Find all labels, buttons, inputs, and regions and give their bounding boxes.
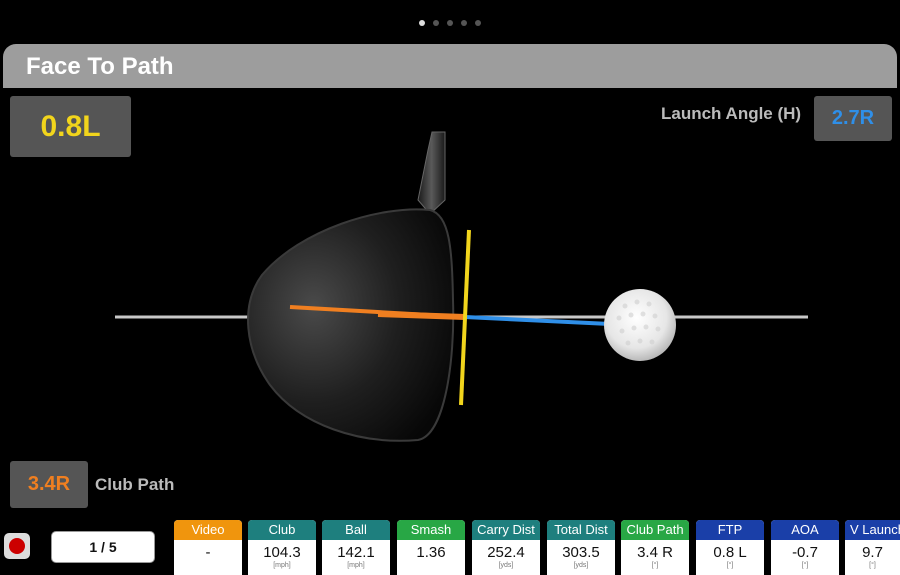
metric-v-launch[interactable]: V Launch 9.7 [°] xyxy=(845,520,900,575)
metric-unit: [yds] xyxy=(498,562,514,569)
metric-unit: [°] xyxy=(801,562,809,569)
metric-carry-dist[interactable]: Carry Dist 252.4 [yds] xyxy=(472,520,540,575)
club-head xyxy=(247,208,455,442)
record-button[interactable] xyxy=(4,533,30,559)
club-ball-diagram xyxy=(115,131,808,442)
metric-ball[interactable]: Ball 142.1 [mph] xyxy=(322,520,390,575)
metric-value: 3.4 R xyxy=(637,544,673,561)
metric-value: 0.8 L xyxy=(713,544,747,561)
metric-value: 104.3 xyxy=(263,544,301,561)
metric-ftp[interactable]: FTP 0.8 L [°] xyxy=(696,520,764,575)
metric-label: AOA xyxy=(771,520,839,540)
metric-label: Club xyxy=(248,520,316,540)
metric-value: 142.1 xyxy=(337,544,375,561)
metric-value: 9.7 xyxy=(862,544,883,561)
metric-label: Total Dist xyxy=(547,520,615,540)
metric-unit: [mph] xyxy=(347,562,365,569)
metric-club[interactable]: Club 104.3 [mph] xyxy=(248,520,316,575)
metric-video[interactable]: Video - xyxy=(174,520,242,575)
metric-unit: [mph] xyxy=(273,562,291,569)
metric-value: - xyxy=(205,544,211,561)
metric-label: Carry Dist xyxy=(472,520,540,540)
metric-value: 252.4 xyxy=(487,544,525,561)
metric-value: 303.5 xyxy=(562,544,600,561)
metric-smash[interactable]: Smash 1.36 xyxy=(397,520,465,575)
record-icon xyxy=(9,538,25,554)
metric-total-dist[interactable]: Total Dist 303.5 [yds] xyxy=(547,520,615,575)
driver-club-icon xyxy=(247,131,455,442)
metric-label: FTP xyxy=(696,520,764,540)
metric-label: Club Path xyxy=(621,520,689,540)
metric-value: -0.7 xyxy=(792,544,818,561)
golf-ball xyxy=(604,289,676,361)
metric-aoa[interactable]: AOA -0.7 [°] xyxy=(771,520,839,575)
shot-counter-button[interactable]: 1 / 5 xyxy=(51,531,155,563)
club-path-label: Club Path xyxy=(95,475,175,494)
metric-unit: [yds] xyxy=(573,562,589,569)
metric-label: V Launch xyxy=(845,520,900,540)
metric-label: Ball xyxy=(322,520,390,540)
golf-ball-icon xyxy=(604,289,676,361)
metric-label: Video xyxy=(174,520,242,540)
club-shaft xyxy=(417,131,446,215)
metric-unit: [°] xyxy=(869,562,876,569)
metric-club-path[interactable]: Club Path 3.4 R [°] xyxy=(621,520,689,575)
club-path-line-thick xyxy=(377,311,466,320)
metric-label: Smash xyxy=(397,520,465,540)
metric-unit: [°] xyxy=(726,562,734,569)
club-path-value: 3.4R xyxy=(10,461,88,508)
metric-value: 1.36 xyxy=(416,544,446,561)
metric-unit: [°] xyxy=(651,562,659,569)
